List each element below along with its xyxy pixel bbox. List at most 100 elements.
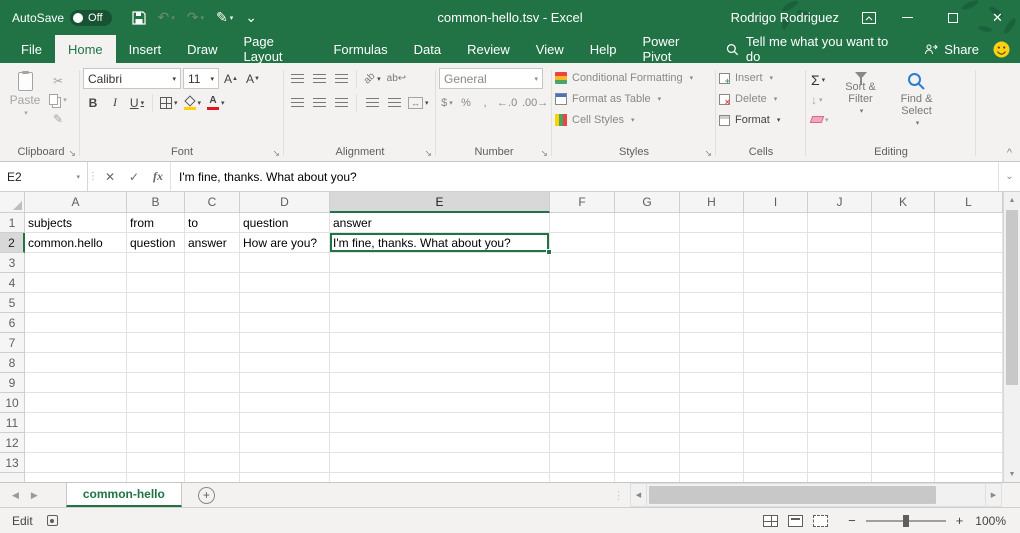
conditional-formatting-button[interactable]: Conditional Formatting ▾	[555, 68, 713, 88]
grid-cell-K3[interactable]	[872, 253, 935, 273]
format-as-table-button[interactable]: Format as Table ▾	[555, 89, 713, 109]
zoom-out-button[interactable]: −	[844, 513, 860, 528]
tell-me-box[interactable]: Tell me what you want to do	[716, 35, 912, 63]
italic-button[interactable]: I	[105, 92, 125, 113]
grid-cell-I5[interactable]	[744, 293, 808, 313]
ribbon-tab-draw[interactable]: Draw	[174, 35, 230, 63]
delete-cells-button[interactable]: Delete ▾	[719, 89, 803, 109]
grid-cell-H8[interactable]	[680, 353, 744, 373]
grid-cell-C11[interactable]	[185, 413, 240, 433]
minimize-button[interactable]	[885, 0, 930, 35]
number-dialog-launcher[interactable]: ↘	[540, 147, 548, 159]
grid-cell-G1[interactable]	[615, 213, 680, 233]
grid-cell-G12[interactable]	[615, 433, 680, 453]
row-header-4[interactable]: 4	[0, 273, 25, 293]
paste-button[interactable]: Paste ▾	[5, 68, 45, 144]
column-header-B[interactable]: B	[127, 192, 185, 213]
grid-cell-H4[interactable]	[680, 273, 744, 293]
next-sheet-button[interactable]: ▶	[31, 490, 38, 501]
insert-function-button[interactable]: fx	[146, 162, 170, 191]
sheet-tab-common-hello[interactable]: common-hello	[66, 483, 182, 507]
grid-cell-F13[interactable]	[550, 453, 615, 473]
customize-qat-button[interactable]: ⌄	[239, 5, 263, 31]
grid-cell-E13[interactable]	[330, 453, 550, 473]
middle-align-button[interactable]	[309, 68, 329, 89]
underline-button[interactable]: U▾	[127, 92, 147, 113]
grid-cell-G5[interactable]	[615, 293, 680, 313]
grid-cell-K7[interactable]	[872, 333, 935, 353]
grid-cell-I1[interactable]	[744, 213, 808, 233]
grid-cell-A1[interactable]: subjects	[25, 213, 127, 233]
grid-cell-H9[interactable]	[680, 373, 744, 393]
grid-cell-C9[interactable]	[185, 373, 240, 393]
grid-cell-G11[interactable]	[615, 413, 680, 433]
ribbon-tab-help[interactable]: Help	[577, 35, 630, 63]
grid-cell-K13[interactable]	[872, 453, 935, 473]
grid-cell-K2[interactable]	[872, 233, 935, 253]
sort-filter-button[interactable]: Sort & Filter ▾	[835, 68, 887, 144]
grid-cell-F9[interactable]	[550, 373, 615, 393]
grid-cell-L8[interactable]	[935, 353, 1003, 373]
grid-cell-K5[interactable]	[872, 293, 935, 313]
maximize-button[interactable]	[930, 0, 975, 35]
grid-cell-C3[interactable]	[185, 253, 240, 273]
merge-center-button[interactable]: ↔▾	[406, 92, 431, 113]
comma-style-button[interactable]: ,	[477, 92, 493, 113]
grid-cell-K12[interactable]	[872, 433, 935, 453]
grid-cell-K6[interactable]	[872, 313, 935, 333]
grid-cell-L2[interactable]	[935, 233, 1003, 253]
grid-cell-L6[interactable]	[935, 313, 1003, 333]
row-header-2[interactable]: 2	[0, 233, 25, 253]
number-format-select[interactable]: General ▾	[439, 68, 543, 89]
grid-cell-J12[interactable]	[808, 433, 872, 453]
grid-cell-I3[interactable]	[744, 253, 808, 273]
scroll-down-icon[interactable]: ▼	[1004, 466, 1020, 482]
clear-button[interactable]: ▾	[809, 110, 831, 129]
increase-indent-button[interactable]	[384, 92, 404, 113]
save-button[interactable]	[126, 5, 152, 31]
grid-cell-F8[interactable]	[550, 353, 615, 373]
grid-cell-C2[interactable]: answer	[185, 233, 240, 253]
ink-tool-button[interactable]: ✎▾	[210, 5, 239, 31]
grid-cell-J7[interactable]	[808, 333, 872, 353]
grid-cell-J1[interactable]	[808, 213, 872, 233]
grid-cell-J2[interactable]	[808, 233, 872, 253]
cell-styles-button[interactable]: Cell Styles ▾	[555, 110, 713, 130]
grid-cell-G10[interactable]	[615, 393, 680, 413]
column-header-I[interactable]: I	[744, 192, 808, 213]
grid-cell-F4[interactable]	[550, 273, 615, 293]
grid-cell-D5[interactable]	[240, 293, 330, 313]
grid-cell-E10[interactable]	[330, 393, 550, 413]
formula-bar-drag-handle[interactable]: ⋮	[88, 162, 98, 191]
grid-cell-D3[interactable]	[240, 253, 330, 273]
scroll-right-icon[interactable]: ▶	[985, 483, 1002, 507]
grid-cell-E1[interactable]: answer	[330, 213, 550, 233]
ribbon-tab-page-layout[interactable]: Page Layout	[231, 35, 321, 63]
grid-cell-B5[interactable]	[127, 293, 185, 313]
horizontal-scroll-thumb[interactable]	[649, 486, 936, 504]
grid-cell-L3[interactable]	[935, 253, 1003, 273]
increase-decimal-button[interactable]: ←.0	[496, 92, 518, 113]
grid-cell-E2[interactable]: I'm fine, thanks. What about you?	[330, 233, 550, 253]
grid-cell-A13[interactable]	[25, 453, 127, 473]
vertical-scrollbar[interactable]: ▲ ▼	[1003, 192, 1020, 482]
grid-cell-C5[interactable]	[185, 293, 240, 313]
grid-cell-B12[interactable]	[127, 433, 185, 453]
grid-cell-L4[interactable]	[935, 273, 1003, 293]
column-header-J[interactable]: J	[808, 192, 872, 213]
row-header-3[interactable]: 3	[0, 253, 25, 273]
align-left-button[interactable]	[287, 92, 307, 113]
grid-cell-A10[interactable]	[25, 393, 127, 413]
grid-cell-I6[interactable]	[744, 313, 808, 333]
grid-cell-A7[interactable]	[25, 333, 127, 353]
grid-cell-J13[interactable]	[808, 453, 872, 473]
grid-cell-H2[interactable]	[680, 233, 744, 253]
grid-cell-D10[interactable]	[240, 393, 330, 413]
page-layout-view-button[interactable]	[788, 515, 803, 527]
grid-cell-G3[interactable]	[615, 253, 680, 273]
column-header-L[interactable]: L	[935, 192, 1003, 213]
tab-scroll-divider[interactable]: ⋮	[607, 483, 630, 507]
row-header-5[interactable]: 5	[0, 293, 25, 313]
grid-cell-G13[interactable]	[615, 453, 680, 473]
cut-button[interactable]: ✂	[45, 71, 71, 90]
